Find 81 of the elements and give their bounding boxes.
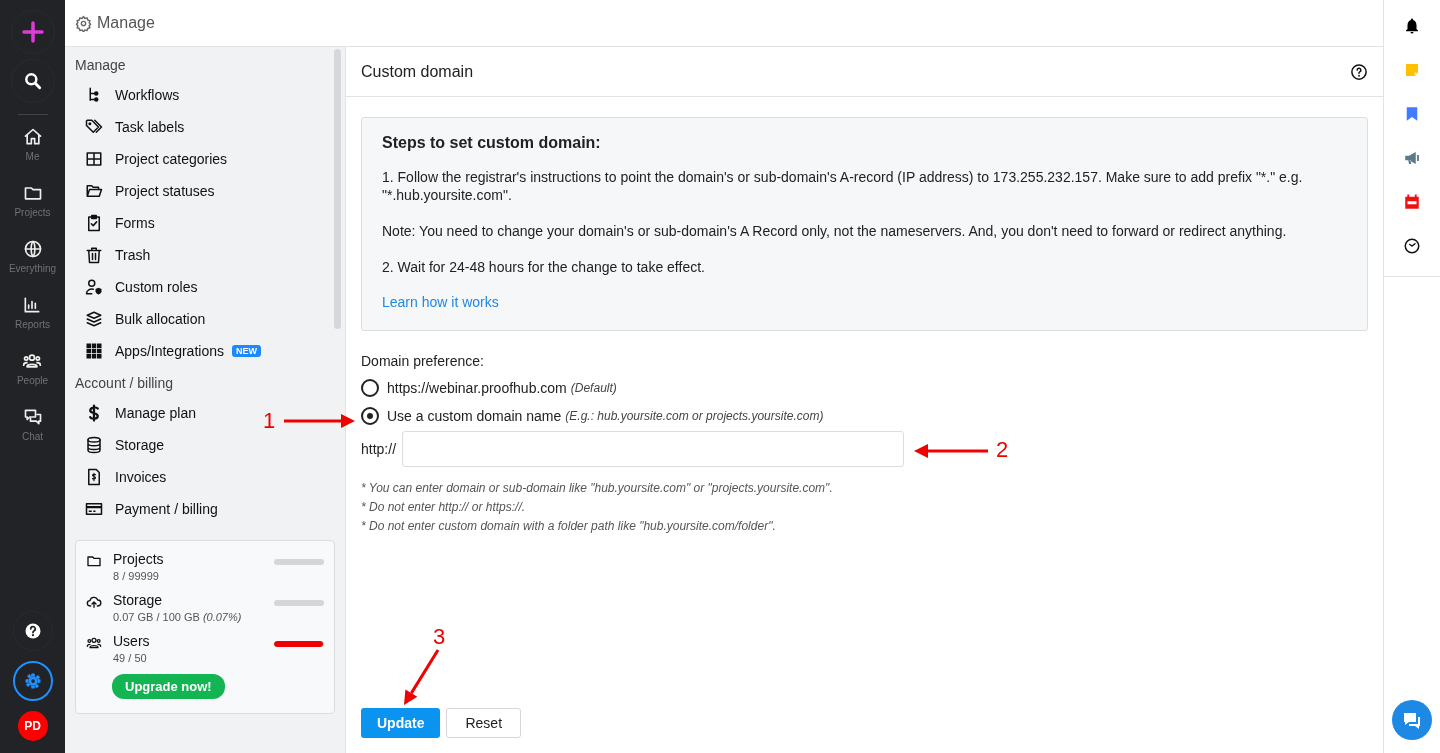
usage-count: 49 / 50 [113, 652, 148, 664]
sidebar-item[interactable]: Storage [75, 429, 165, 461]
sidebar-item[interactable]: Workflows [75, 79, 180, 111]
megaphone-icon [1403, 149, 1421, 167]
clipboard-icon [85, 214, 103, 232]
usage-meter [274, 641, 324, 647]
sidebar-item[interactable]: Payment / billing [75, 493, 218, 525]
search-icon [22, 71, 43, 91]
sidebar-item[interactable]: Apps/Integrations NEW [75, 335, 261, 367]
option-hint: (E.g.: hub.yoursite.com or projects.yoursite.com) [565, 409, 824, 423]
option-hint: (Default) [570, 381, 617, 395]
sidebar-item[interactable]: Manage plan [75, 397, 196, 429]
usage-count: 0.07 GB / 100 GB (0.07%) [113, 611, 243, 623]
sidebar-item[interactable]: Custom roles [75, 271, 198, 303]
bell-icon [1403, 17, 1421, 35]
help-icon [23, 622, 42, 640]
sidebar-item[interactable]: Forms [75, 207, 155, 239]
clock-icon [1403, 237, 1421, 255]
page-title: Manage [97, 14, 155, 32]
folder-icon [85, 182, 103, 200]
usage-count: 8 / 99999 [113, 570, 160, 582]
grid-icon [85, 150, 103, 168]
reset-button[interactable]: Reset [446, 708, 522, 738]
avatar[interactable]: PD [17, 711, 48, 741]
annotation-number: 1 [263, 408, 276, 434]
user-shield-icon [85, 278, 103, 296]
instruction-text: 1. Follow the registrar's instructions to point the domain's or sub-domain's A-record (IP address) to 173.255.232.157. Make sure to add prefix "*." e.g. "*.hub.yoursite.com". [382, 168, 1304, 204]
database-icon [85, 436, 103, 454]
hint-text: * Do not enter http:// or https://. [361, 499, 527, 516]
trash-icon [85, 246, 103, 264]
home-icon [22, 127, 43, 147]
cloud-upload-icon [86, 594, 102, 610]
people-icon [86, 635, 102, 651]
usage-label: Storage [113, 592, 164, 608]
settings-icon [75, 14, 92, 32]
sidebar-item[interactable]: Project categories [75, 143, 228, 175]
hint-text: * Do not enter custom domain with a folder path like "hub.yoursite.com/folder". [361, 518, 777, 535]
domain-input-field[interactable] [402, 431, 905, 467]
credit-card-icon [85, 500, 103, 518]
invoice-icon [85, 468, 103, 486]
annotation-arrow [284, 414, 355, 428]
calendar-icon [1403, 193, 1421, 211]
option-label: https://webinar.proofhub.com [387, 380, 567, 396]
option-label: Use a custom domain name [387, 408, 562, 424]
hint-text: * You can enter domain or sub-domain like "hub.yoursite.com" or "projects.yoursite.com". [361, 480, 834, 497]
sidebar-item[interactable]: Trash [75, 239, 151, 271]
help-icon [1350, 62, 1368, 81]
settings-button[interactable] [12, 661, 53, 701]
settings-icon [23, 672, 42, 690]
chat-icon [22, 407, 43, 427]
url-prefix: http:// [361, 441, 397, 457]
usage-label: Users [113, 633, 151, 649]
radio-button[interactable] [361, 407, 379, 425]
annotation-number: 3 [433, 624, 446, 650]
sidebar-item[interactable]: Bulk allocation [75, 303, 206, 335]
usage-label: Projects [113, 551, 165, 567]
steps-heading: Steps to set custom domain: [382, 134, 602, 152]
instruction-text: Note: You need to change your domain's or sub-domain's A Record only, not the nameservers. And, you don't need to forward or redirect anything. [382, 222, 1288, 240]
sticky-note-icon [1403, 61, 1421, 79]
panel-title: Custom domain [361, 62, 474, 81]
instruction-text: 2. Wait for 24-48 hours for the change to take effect. [382, 258, 706, 276]
tag-icon [85, 118, 103, 136]
field-label: Domain preference: [361, 353, 485, 369]
new-badge: NEW [231, 345, 261, 357]
folder-icon [86, 553, 102, 569]
sidebar-item[interactable]: Task labels [75, 111, 185, 143]
section-heading: Account / billing [75, 374, 175, 393]
scrollbar-thumb[interactable] [334, 49, 341, 329]
layers-icon [85, 310, 103, 328]
sidebar-item[interactable]: Project statuses [75, 175, 215, 207]
sidebar-item[interactable]: Invoices [75, 461, 167, 493]
help-button[interactable] [1350, 62, 1368, 81]
globe-icon [22, 239, 43, 259]
apps-grid-icon [85, 342, 103, 360]
learn-link[interactable]: Learn how it works [382, 294, 499, 310]
people-icon [22, 351, 43, 371]
annotation-arrow [404, 649, 440, 705]
radio-button[interactable] [361, 379, 379, 397]
section-heading: Manage [75, 56, 127, 75]
annotation-number: 2 [996, 437, 1009, 463]
plus-icon [20, 20, 45, 44]
